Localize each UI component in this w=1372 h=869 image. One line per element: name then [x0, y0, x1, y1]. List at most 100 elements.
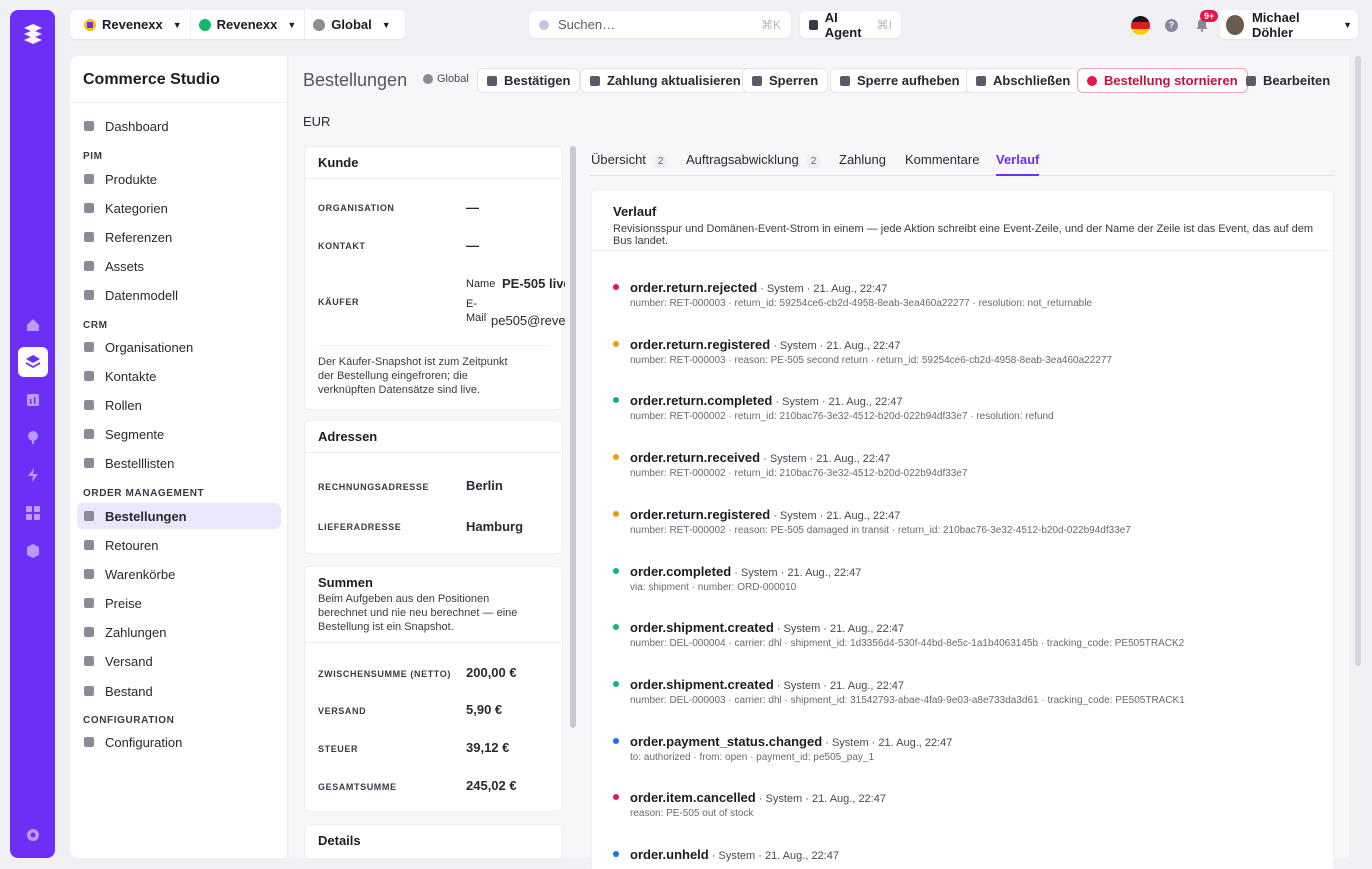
sidebar-item-label: Bestand [105, 683, 153, 699]
ai-agent-button[interactable]: AI Agent ⌘I [800, 10, 901, 40]
event-source-time: · System · 21. Aug., 22:47 [770, 339, 901, 352]
card-heading: Summen [318, 575, 373, 590]
location-icon[interactable] [18, 422, 48, 452]
language-flag-icon[interactable] [1131, 16, 1150, 35]
sidebar-item-configuration[interactable]: Configuration [77, 729, 281, 755]
addresses-card: Adressen RECHNUNGSADRESSE Berlin LIEFERA… [304, 420, 563, 554]
event-name: order.return.received [630, 450, 761, 466]
tab-label: Verlauf [996, 152, 1040, 167]
tab-comments[interactable]: Kommentare [905, 152, 979, 176]
sidebar-item-rollen[interactable]: Rollen [77, 392, 281, 418]
sidebar-item-referenzen[interactable]: Referenzen [77, 224, 281, 250]
edit-button[interactable]: Bearbeiten [1237, 68, 1339, 93]
sidebar-item-segmente[interactable]: Segmente [77, 421, 281, 447]
sidebar-item-produkte[interactable]: Produkte [77, 166, 281, 192]
event-payload: number: RET-000002 · reason: PE-505 dama… [630, 524, 1131, 536]
sidebar-item-label: Kategorien [105, 200, 168, 216]
sidebar-item-dashboard[interactable]: Dashboard [77, 113, 281, 139]
user-name: Michael Döhler [1251, 9, 1300, 40]
event-payload: to: authorized · from: open · payment_id… [630, 751, 875, 763]
chevron-down-icon: ▼ [172, 19, 182, 30]
play-icon [840, 75, 850, 86]
hold-button[interactable]: Sperren [742, 68, 829, 93]
panel-subtitle: Revisionsspur und Domänen-Event-Strom in… [613, 223, 1314, 247]
sidebar-item-label: Segmente [105, 426, 165, 442]
sidebar-item-label: Bestelllisten [105, 455, 175, 471]
bookmark-icon [84, 458, 94, 468]
sidebar-item-organisationen[interactable]: Organisationen [77, 334, 281, 360]
contact-value: — [466, 238, 479, 253]
sidebar-item-bestellungen[interactable]: Bestellungen [77, 503, 281, 529]
event-name: order.item.cancelled [630, 790, 756, 806]
close-icon [1087, 75, 1097, 86]
sidebar-item-kontakte[interactable]: Kontakte [77, 363, 281, 389]
main-content: Bestellungen Global Bestätigen Zahlung a… [289, 56, 1361, 869]
page-scrollbar[interactable] [1355, 56, 1361, 666]
sidebar-item-zahlungen[interactable]: Zahlungen [77, 619, 281, 645]
confirm-button[interactable]: Bestätigen [477, 68, 581, 93]
event-status-dot-icon [613, 397, 619, 404]
event-name: order.completed [630, 563, 732, 579]
home-icon[interactable] [18, 310, 48, 340]
tab-history[interactable]: Verlauf [996, 152, 1040, 176]
complete-button[interactable]: Abschließen [966, 68, 1081, 93]
image-icon [84, 261, 94, 271]
search-input[interactable]: Suchen… ⌘K [529, 11, 791, 38]
app-logo-icon[interactable] [21, 22, 45, 46]
sidebar-item-warenkoerbe[interactable]: Warenkörbe [77, 561, 281, 587]
sidebar-item-label: Referenzen [105, 229, 173, 245]
tab-overview[interactable]: Übersicht 2 [591, 152, 668, 176]
shipping-address-value[interactable]: Hamburg [466, 519, 523, 534]
customer-card: Kunde ORGANISATION — KONTAKT — KÄUFER Na… [304, 146, 565, 410]
help-icon[interactable]: ? [1165, 19, 1178, 32]
notification-badge: 9+ [1200, 10, 1219, 22]
bolt-icon[interactable] [18, 460, 48, 490]
field-label: RECHNUNGSADRESSE [318, 482, 430, 492]
release-hold-button[interactable]: Sperre aufheben [830, 68, 970, 93]
database-icon [84, 232, 94, 242]
grand-total-value: 245,02 € [466, 778, 517, 793]
sidebar-item-preise[interactable]: Preise [77, 590, 281, 616]
user-menu[interactable]: Michael Döhler ▼ [1220, 9, 1358, 40]
tab-label: Kommentare [905, 152, 980, 167]
check-icon [487, 75, 497, 86]
info-column-scrollbar[interactable] [570, 146, 576, 728]
users-icon [84, 429, 94, 439]
sidebar-item-bestand[interactable]: Bestand [77, 678, 281, 704]
sidebar-item-bestelllisten[interactable]: Bestelllisten [77, 450, 281, 476]
tab-count: 2 [806, 155, 821, 168]
event-name: order.shipment.created [630, 676, 774, 692]
search-placeholder: Suchen… [558, 17, 616, 32]
settings-gear-icon[interactable] [18, 820, 48, 850]
org-name: Revenexx [102, 17, 163, 32]
apps-icon[interactable] [18, 498, 48, 528]
button-label: Zahlung aktualisieren [607, 73, 741, 88]
sidebar-item-assets[interactable]: Assets [77, 253, 281, 279]
sidebar-item-retouren[interactable]: Retouren [77, 532, 281, 558]
sidebar-item-versand[interactable]: Versand [77, 648, 281, 674]
store-switcher[interactable]: Revenexx ▼ [191, 10, 306, 39]
buyer-email-value[interactable]: pe505@revenexx [491, 313, 565, 328]
analytics-icon[interactable] [18, 385, 48, 415]
billing-address-value[interactable]: Berlin [466, 478, 503, 493]
update-payment-button[interactable]: Zahlung aktualisieren [580, 68, 751, 93]
buyer-name-value: PE-505 live [502, 276, 565, 291]
scope-switcher[interactable]: Global ▼ [305, 10, 398, 39]
shipping-cost-value: 5,90 € [466, 702, 503, 717]
chevron-down-icon: ▼ [381, 19, 391, 30]
cancel-order-button[interactable]: Bestellung stornieren [1077, 68, 1248, 93]
tab-fulfillment[interactable]: Auftragsabwicklung 2 [686, 152, 821, 176]
sidebar-item-kategorien[interactable]: Kategorien [77, 195, 281, 221]
cube-icon[interactable] [18, 536, 48, 566]
event-status-dot-icon [613, 624, 619, 631]
tab-payment[interactable]: Zahlung [839, 152, 886, 176]
org-switcher[interactable]: Revenexx ▼ [76, 10, 191, 39]
layers-icon[interactable] [18, 347, 48, 377]
sidebar-item-label: Versand [105, 653, 153, 669]
sidebar-item-datenmodell[interactable]: Datenmodell [77, 282, 281, 308]
event-name: order.payment_status.changed [630, 733, 823, 749]
return-icon [84, 540, 94, 550]
section-pim: PIM [83, 151, 103, 162]
event-name: order.return.registered [630, 506, 771, 522]
sidebar-item-label: Zahlungen [105, 624, 167, 640]
